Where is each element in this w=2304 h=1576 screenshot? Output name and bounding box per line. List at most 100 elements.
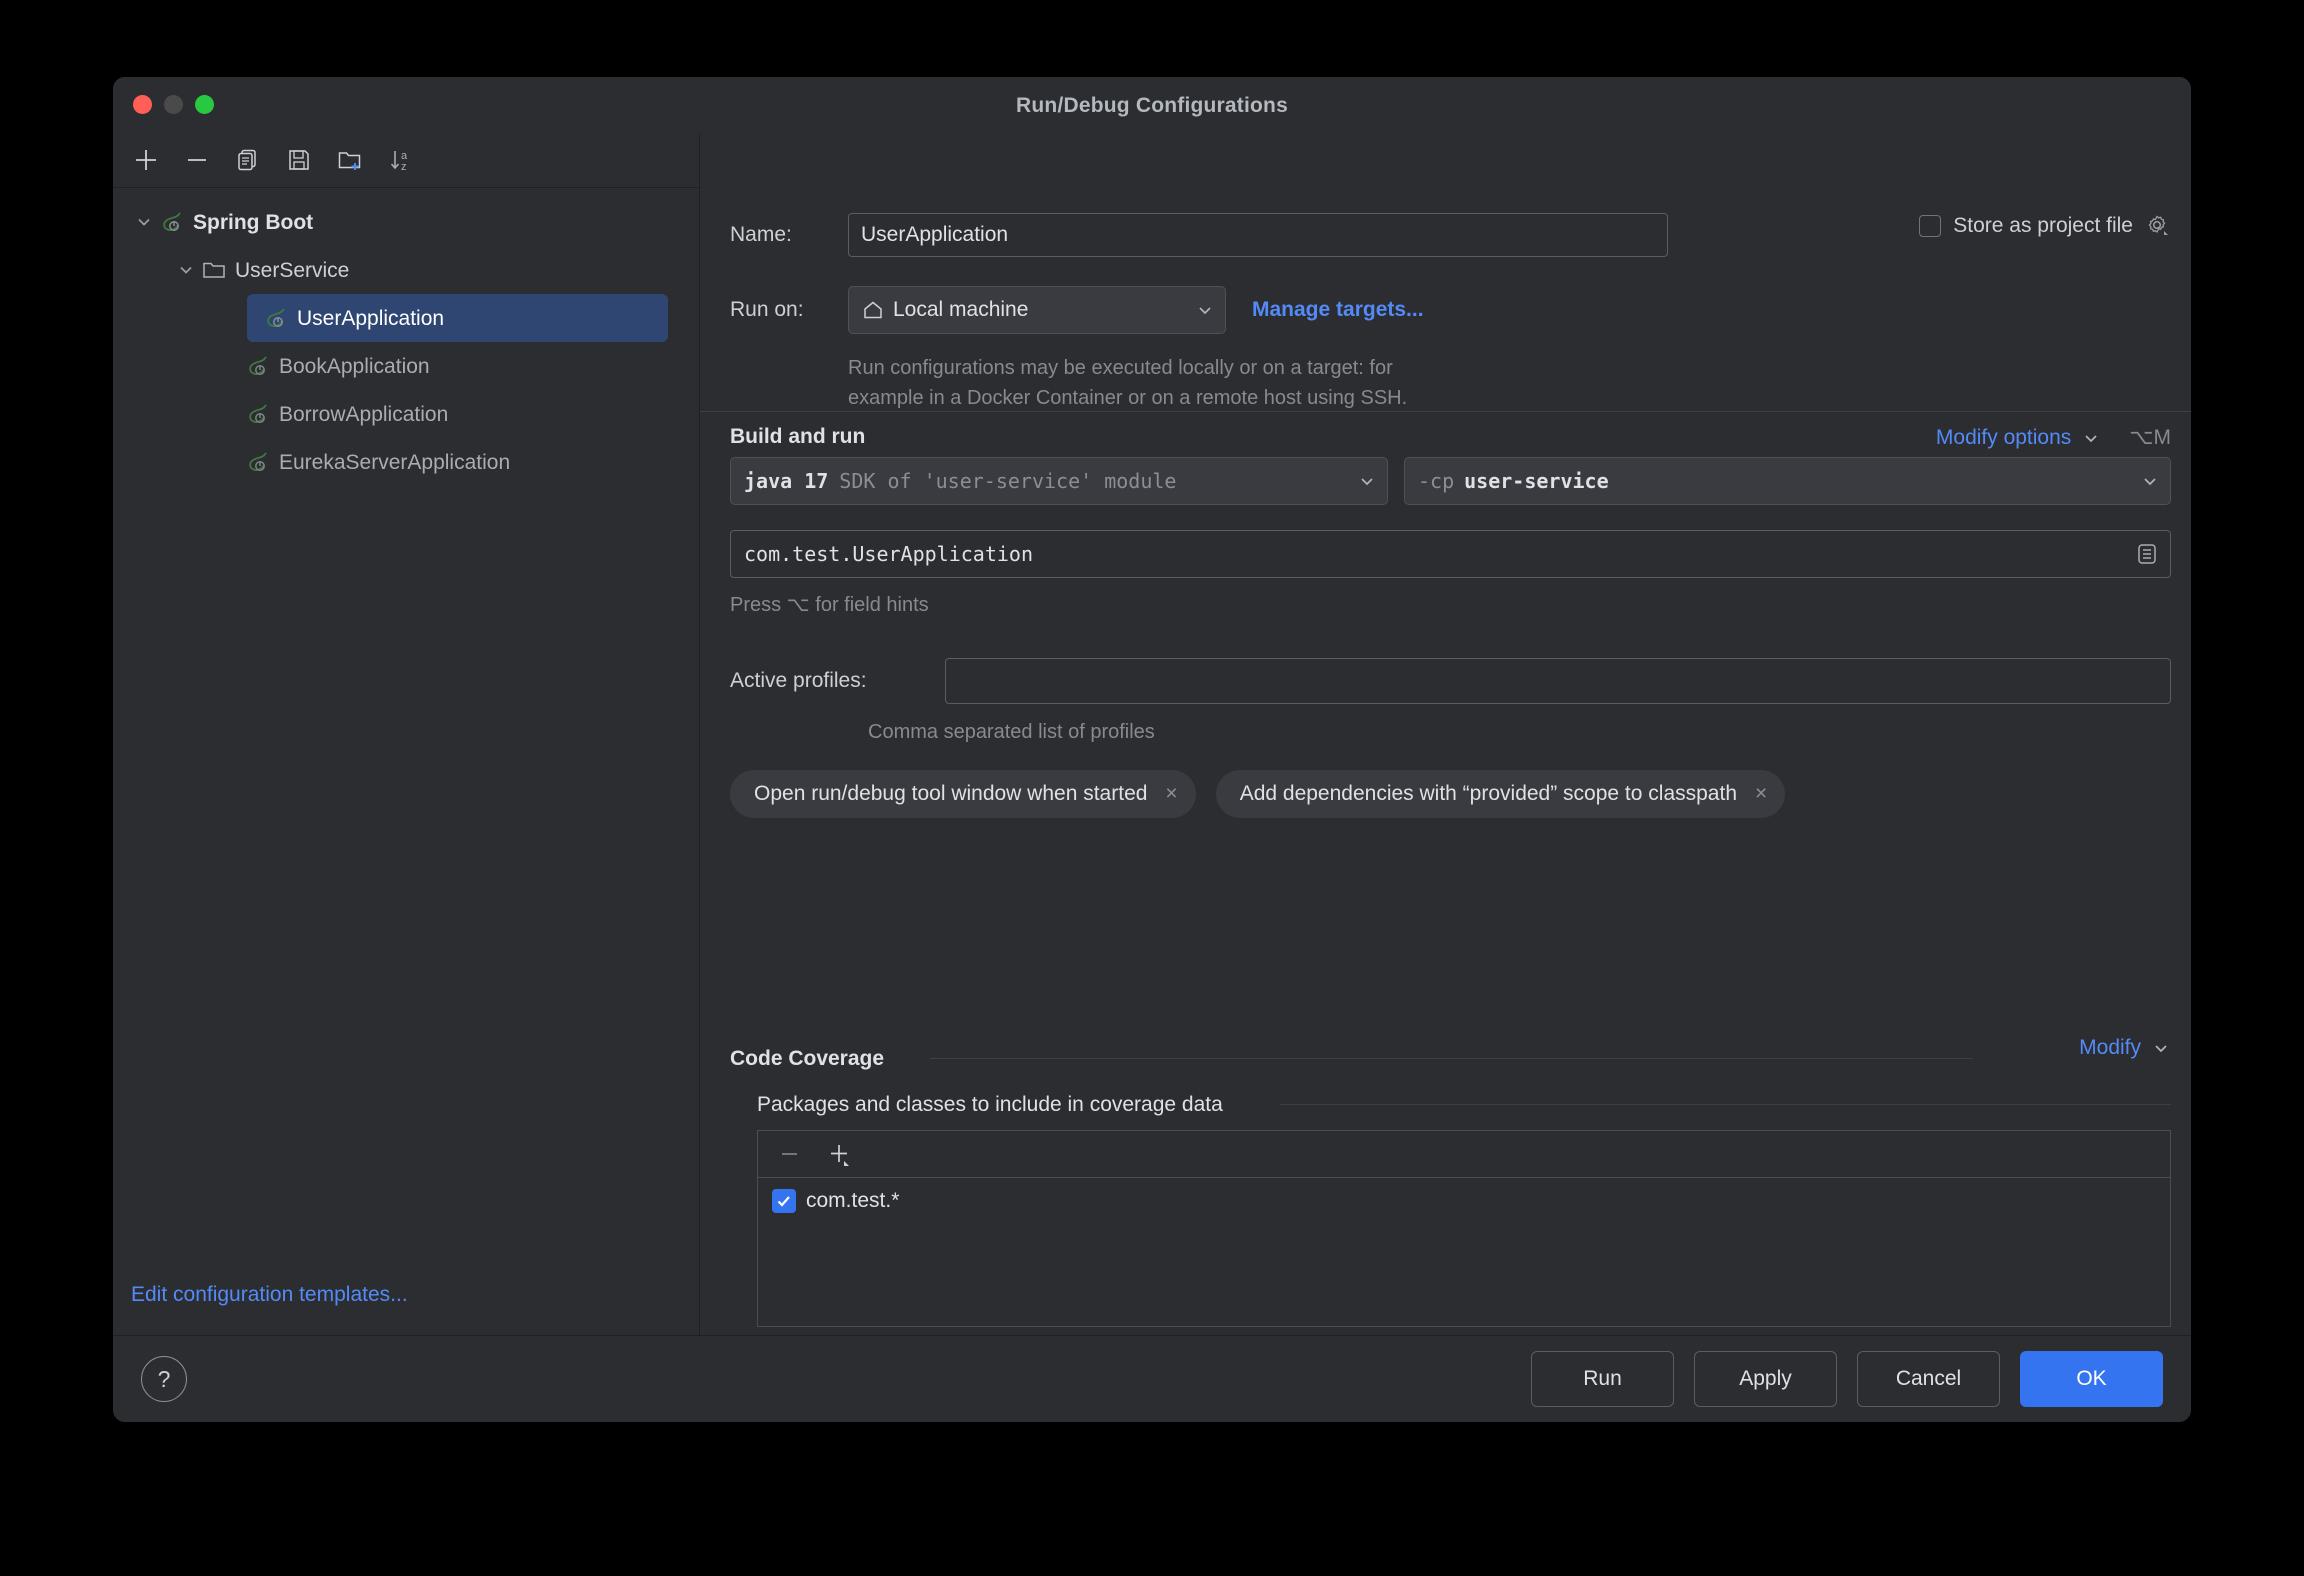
spring-boot-icon: [157, 207, 187, 237]
home-icon: [862, 299, 884, 321]
name-input[interactable]: UserApplication: [848, 213, 1668, 257]
run-on-row: Run on: Local machine Manage targets...: [730, 286, 1424, 334]
spring-boot-icon: [261, 303, 291, 333]
active-profiles-input[interactable]: [945, 658, 2171, 704]
run-on-select[interactable]: Local machine: [848, 286, 1226, 334]
configurations-sidebar: a z: [113, 133, 700, 1335]
chevron-down-icon[interactable]: [1357, 471, 1377, 491]
tree-node-eurekaserverapplication[interactable]: EurekaServerApplication: [113, 438, 699, 486]
sort-alphabetically-button[interactable]: a z: [386, 145, 416, 175]
tree-node-spring-boot[interactable]: Spring Boot: [113, 198, 699, 246]
window-title: Run/Debug Configurations: [113, 94, 2191, 118]
add-pattern-button[interactable]: [826, 1140, 854, 1168]
tree-node-bookapplication[interactable]: BookApplication: [113, 342, 699, 390]
save-configuration-button[interactable]: [284, 145, 314, 175]
tree-node-label: EurekaServerApplication: [279, 452, 510, 473]
store-as-project-file-label: Store as project file: [1953, 214, 2133, 238]
ok-button[interactable]: OK: [2020, 1351, 2163, 1407]
tree-node-borrowapplication[interactable]: BorrowApplication: [113, 390, 699, 438]
remove-pattern-button[interactable]: [776, 1140, 804, 1168]
tree-node-label: UserService: [235, 260, 349, 281]
coverage-pattern-checkbox[interactable]: [772, 1189, 796, 1213]
target-hint-line-2: example in a Docker Container or on a re…: [848, 383, 1568, 413]
cancel-button[interactable]: Cancel: [1857, 1351, 2000, 1407]
coverage-pattern-row[interactable]: com.test.*: [758, 1178, 2170, 1224]
help-button[interactable]: ?: [141, 1356, 187, 1402]
svg-text:z: z: [401, 161, 407, 173]
chip-label: Open run/debug tool window when started: [754, 782, 1147, 806]
tree-node-label: Spring Boot: [193, 212, 313, 233]
modify-options-row: Modify options ⌥M: [1936, 425, 2171, 450]
copy-configuration-button[interactable]: [233, 145, 263, 175]
chip-label: Add dependencies with “provided” scope t…: [1240, 782, 1737, 806]
edit-configuration-templates-link[interactable]: Edit configuration templates...: [131, 1283, 408, 1307]
screen: Run/Debug Configurations: [0, 0, 2304, 1576]
spring-boot-icon: [243, 351, 273, 381]
main-class-input[interactable]: com.test.UserApplication: [730, 530, 2171, 578]
new-folder-button[interactable]: [335, 145, 365, 175]
jdk-select[interactable]: java 17 SDK of 'user-service' module: [730, 457, 1388, 505]
folder-icon: [199, 255, 229, 285]
close-icon[interactable]: ×: [1755, 782, 1767, 806]
apply-button[interactable]: Apply: [1694, 1351, 1837, 1407]
chevron-down-icon[interactable]: [2140, 471, 2160, 491]
build-and-run-title: Build and run: [730, 425, 865, 449]
configuration-form: Name: UserApplication Store as project f…: [700, 133, 2191, 1335]
packages-divider: [1280, 1104, 2171, 1105]
remove-configuration-button[interactable]: [182, 145, 212, 175]
dialog-body: a z: [113, 133, 2191, 1335]
target-hint: Run configurations may be executed local…: [848, 353, 1568, 414]
chevron-down-icon[interactable]: [2081, 428, 2101, 448]
jdk-description: SDK of 'user-service' module: [839, 469, 1176, 493]
coverage-patterns-toolbar: [758, 1131, 2170, 1178]
active-profiles-hint: Comma separated list of profiles: [868, 721, 1155, 744]
run-on-label: Run on:: [730, 298, 848, 322]
tree-node-userapplication[interactable]: UserApplication: [247, 294, 668, 342]
gear-icon[interactable]: [2145, 213, 2171, 239]
chip-open-run-debug-tool-window[interactable]: Open run/debug tool window when started …: [730, 770, 1196, 818]
classpath-select[interactable]: -cp user-service: [1404, 457, 2171, 505]
name-label: Name:: [730, 223, 848, 247]
chevron-down-icon[interactable]: [1195, 300, 1215, 320]
active-profiles-label: Active profiles:: [730, 669, 945, 693]
close-icon[interactable]: ×: [1165, 782, 1177, 806]
spring-boot-icon: [243, 399, 273, 429]
manage-targets-link[interactable]: Manage targets...: [1252, 298, 1424, 322]
store-as-project-file-row[interactable]: Store as project file: [1919, 213, 2171, 239]
run-debug-configurations-dialog: Run/Debug Configurations: [113, 77, 2191, 1422]
browse-main-class-icon[interactable]: [2134, 541, 2160, 567]
section-divider: [700, 411, 2191, 412]
configurations-tree: Spring Boot UserService: [113, 188, 699, 1335]
code-coverage-title: Code Coverage: [730, 1047, 884, 1071]
spring-boot-icon: [243, 447, 273, 477]
target-hint-line-1: Run configurations may be executed local…: [848, 353, 1568, 383]
chip-add-provided-dependencies[interactable]: Add dependencies with “provided” scope t…: [1216, 770, 1786, 818]
run-on-value: Local machine: [893, 298, 1028, 322]
classpath-flag: -cp: [1418, 469, 1454, 493]
chevron-down-icon[interactable]: [2151, 1038, 2171, 1058]
modify-options-shortcut: ⌥M: [2129, 425, 2171, 450]
add-configuration-button[interactable]: [131, 145, 161, 175]
chevron-down-icon[interactable]: [131, 209, 157, 235]
main-class-value: com.test.UserApplication: [744, 542, 1033, 566]
tree-node-label: BorrowApplication: [279, 404, 448, 425]
footer-buttons: Run Apply Cancel OK: [1531, 1351, 2163, 1407]
title-bar: Run/Debug Configurations: [113, 77, 2191, 133]
chevron-down-icon[interactable]: [173, 257, 199, 283]
code-coverage-modify-link[interactable]: Modify: [2079, 1036, 2141, 1060]
store-as-project-file-checkbox[interactable]: [1919, 215, 1941, 237]
classpath-module: user-service: [1464, 469, 1609, 493]
coverage-patterns-list: com.test.*: [757, 1130, 2171, 1327]
dialog-footer: ? Run Apply Cancel OK: [113, 1335, 2191, 1422]
sidebar-toolbar: a z: [113, 133, 699, 188]
code-coverage-modify-row: Modify: [2079, 1036, 2171, 1060]
tree-node-label: UserApplication: [297, 308, 444, 329]
jdk-name: java 17: [744, 469, 828, 493]
run-button[interactable]: Run: [1531, 1351, 1674, 1407]
name-row: Name: UserApplication: [730, 213, 1668, 257]
modify-options-link[interactable]: Modify options: [1936, 426, 2071, 450]
packages-section-title: Packages and classes to include in cover…: [757, 1093, 1223, 1117]
active-profiles-row: Active profiles:: [730, 658, 2171, 704]
tree-node-userservice[interactable]: UserService: [113, 246, 699, 294]
code-coverage-divider: [930, 1058, 1973, 1059]
